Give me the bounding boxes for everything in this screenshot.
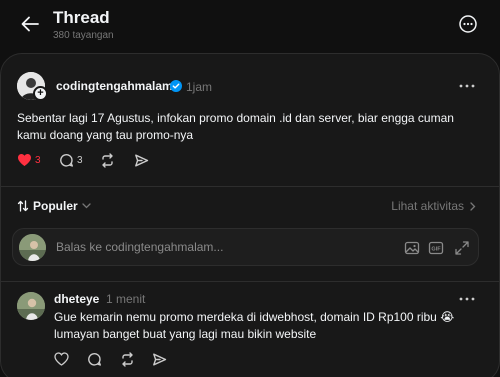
reply-text: Gue kemarin nemu promo merdeka di idwebh… [54,310,455,341]
share-icon [152,352,167,367]
heart-icon [17,153,32,167]
page-title: Thread [53,8,110,27]
post-author[interactable]: codingtengahmalam [56,79,173,93]
divider [0,281,500,282]
thread-header: Thread 380 tayangan [0,0,500,50]
view-count: 380 tayangan [53,30,114,41]
sort-label: Populer [33,199,78,213]
more-dots-icon[interactable] [458,78,476,94]
avatar[interactable] [17,292,45,320]
share-button[interactable] [152,352,167,367]
comment-icon [59,153,74,168]
share-button[interactable] [134,153,149,168]
comment-icon [87,352,102,367]
comment-button[interactable]: 3 [59,153,83,168]
arrow-left-icon[interactable] [19,13,41,35]
svg-text:GIF: GIF [431,247,441,253]
image-icon[interactable] [403,239,421,257]
more-dots-icon[interactable] [458,291,476,307]
repost-icon [120,352,135,367]
repost-button[interactable] [120,352,135,367]
post-time: 1jam [186,80,213,94]
avatar [19,234,46,261]
like-count: 3 [35,154,41,166]
gif-icon[interactable]: GIF [427,239,445,257]
sort-dropdown[interactable]: Populer [17,199,91,213]
activity-label: Lihat aktivitas [391,199,464,213]
sort-arrows-icon [17,200,29,212]
view-activity-link[interactable]: Lihat aktivitas [391,199,476,213]
comment-count: 3 [77,155,83,166]
chevron-right-icon [470,201,476,211]
verified-badge-icon [170,80,182,92]
expand-icon[interactable] [453,239,471,257]
share-icon [134,153,149,168]
comment-button[interactable] [87,352,102,367]
post-text: Sebentar lagi 17 Agustus, infokan promo … [17,111,454,142]
reply-box[interactable]: Balas ke codingtengahmalam... GIF [12,228,479,266]
reply-time: 1 menit [106,292,146,306]
reply-author[interactable]: dheteye [54,292,99,306]
like-button[interactable] [54,352,69,366]
repost-icon [100,153,115,168]
more-circle-icon[interactable] [457,13,479,35]
like-button[interactable]: 3 [17,153,41,167]
follow-plus-icon[interactable]: + [33,86,48,101]
chevron-down-icon [82,203,91,209]
heart-icon [54,352,69,366]
repost-button[interactable] [100,153,115,168]
divider [0,186,500,187]
reply-input[interactable]: Balas ke codingtengahmalam... [56,240,223,254]
